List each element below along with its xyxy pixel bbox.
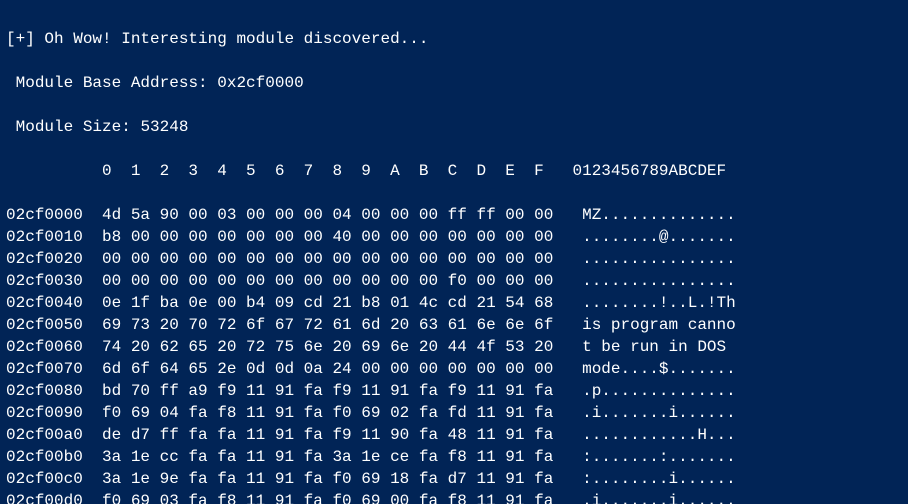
module-base-value: 0x2cf0000 <box>217 74 303 92</box>
hex-row: 02cf00c0 3a 1e 9e fa fa 11 91 fa f0 69 1… <box>6 468 908 490</box>
hex-row: 02cf0090 f0 69 04 fa f8 11 91 fa f0 69 0… <box>6 402 908 424</box>
hex-column-header: 0 1 2 3 4 5 6 7 8 9 A B C D E F 01234567… <box>6 160 908 182</box>
module-size-label: Module Size: <box>16 118 131 136</box>
hex-row: 02cf0030 00 00 00 00 00 00 00 00 00 00 0… <box>6 270 908 292</box>
hex-row: 02cf0070 6d 6f 64 65 2e 0d 0d 0a 24 00 0… <box>6 358 908 380</box>
hex-cols: 0 1 2 3 4 5 6 7 8 9 A B C D E F <box>102 162 544 180</box>
hex-row: 02cf0050 69 73 20 70 72 6f 67 72 61 6d 2… <box>6 314 908 336</box>
discovery-line: [+] Oh Wow! Interesting module discovere… <box>6 28 908 50</box>
terminal-output: [+] Oh Wow! Interesting module discovere… <box>0 0 908 504</box>
hex-row: 02cf00d0 f0 69 03 fa f8 11 91 fa f0 69 0… <box>6 490 908 504</box>
module-base-line: Module Base Address: 0x2cf0000 <box>6 72 908 94</box>
hex-row: 02cf00b0 3a 1e cc fa fa 11 91 fa 3a 1e c… <box>6 446 908 468</box>
hex-dump-body: 02cf0000 4d 5a 90 00 03 00 00 00 04 00 0… <box>6 204 908 504</box>
hex-row: 02cf0010 b8 00 00 00 00 00 00 00 40 00 0… <box>6 226 908 248</box>
hex-row: 02cf0060 74 20 62 65 20 72 75 6e 20 69 6… <box>6 336 908 358</box>
hex-row: 02cf0000 4d 5a 90 00 03 00 00 00 04 00 0… <box>6 204 908 226</box>
ascii-cols: 0123456789ABCDEF <box>573 162 727 180</box>
hex-row: 02cf0040 0e 1f ba 0e 00 b4 09 cd 21 b8 0… <box>6 292 908 314</box>
module-size-line: Module Size: 53248 <box>6 116 908 138</box>
hex-row: 02cf00a0 de d7 ff fa fa 11 91 fa f9 11 9… <box>6 424 908 446</box>
module-size-value: 53248 <box>140 118 188 136</box>
hex-row: 02cf0020 00 00 00 00 00 00 00 00 00 00 0… <box>6 248 908 270</box>
discovery-text: [+] Oh Wow! Interesting module discovere… <box>6 30 428 48</box>
hex-row: 02cf0080 bd 70 ff a9 f9 11 91 fa f9 11 9… <box>6 380 908 402</box>
module-base-label: Module Base Address: <box>16 74 208 92</box>
